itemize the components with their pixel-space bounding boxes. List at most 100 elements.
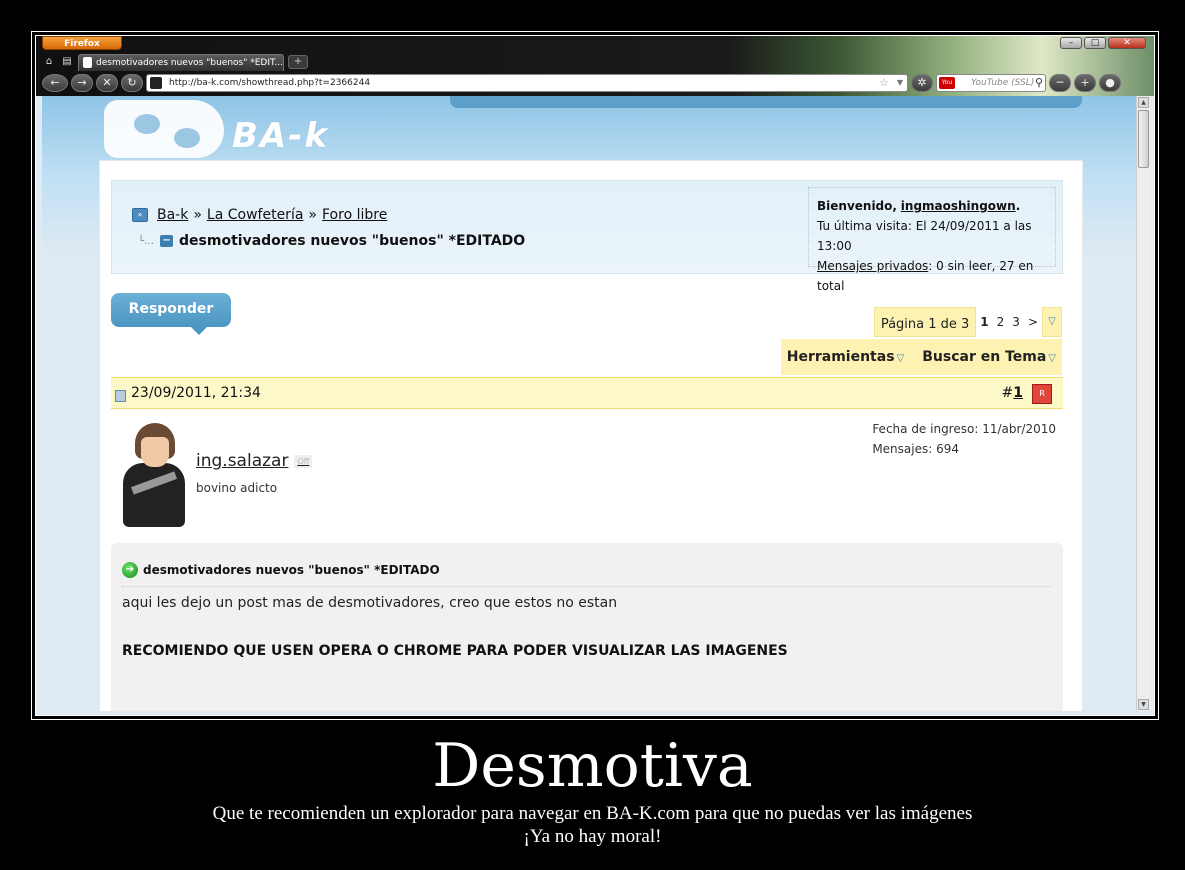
browser-screenshot: Firefox – □ ✕ ⌂ ▤ desmotivadores nuevos … (35, 35, 1155, 716)
site-identity-icon (150, 77, 162, 89)
breadcrumb-link-home[interactable]: Ba-k (157, 207, 188, 223)
post-author-link[interactable]: ing.salazar (196, 451, 288, 471)
post-text-bold: RECOMIENDO QUE USEN OPERA O CHROME PARA … (122, 643, 788, 659)
cow-spot (174, 128, 200, 148)
search-thread-label: Buscar en Tema (922, 349, 1047, 365)
chevron-down-icon: ▽ (1048, 353, 1056, 364)
addon-red-icon[interactable]: ● (1099, 74, 1121, 92)
toolbar-button-2-icon[interactable]: + (1074, 74, 1096, 92)
chevron-down-icon[interactable]: ▼ (897, 75, 903, 91)
page-link-3[interactable]: 3 (1008, 307, 1024, 337)
page-link-1[interactable]: 1 (976, 307, 993, 337)
post-header: 23/09/2011, 21:34 #1 R (111, 377, 1063, 409)
message-count: Mensajes: 694 (872, 442, 959, 456)
tab-title: desmotivadores nuevos "buenos" *EDIT... (96, 57, 283, 68)
back-icon[interactable]: ← (42, 74, 68, 92)
chevron-down-icon[interactable]: ▽ (1042, 307, 1062, 337)
logo-text: BA-k (232, 116, 329, 156)
toolbar-button-1-icon[interactable]: ─ (1049, 74, 1071, 92)
welcome-box: Bienvenido, ingmaoshingown. Tu última vi… (808, 187, 1056, 293)
avatar-face (141, 437, 169, 467)
poster-subtitle-2: ¡Ya no hay moral! (523, 826, 662, 847)
welcome-greeting: Bienvenido, (817, 199, 897, 213)
post-title-text: desmotivadores nuevos "buenos" *EDITADO (143, 562, 440, 577)
join-date: Fecha de ingreso: 11/abr/2010 (872, 422, 1056, 436)
poster-title: Desmotiva (432, 731, 753, 801)
arrow-right-icon: ➔ (122, 561, 138, 578)
post-number-link[interactable]: 1 (1013, 385, 1023, 401)
reload-icon[interactable]: ↻ (121, 74, 143, 92)
minimize-icon[interactable]: – (1060, 37, 1082, 49)
favicon-icon (83, 56, 92, 68)
navigation-toolbar: ← → ✕ ↻ http://ba-k.com/showthread.php?t… (42, 72, 1148, 94)
collapse-icon[interactable]: − (160, 235, 174, 247)
scrollbar-thumb[interactable] (1138, 110, 1149, 168)
search-icon[interactable]: ⚲ (1035, 75, 1043, 91)
site-top-nav (450, 96, 1082, 108)
home-icon[interactable]: ⌂ (42, 56, 56, 68)
vertical-scrollbar[interactable]: ▲ ▼ (1136, 96, 1150, 711)
close-icon[interactable]: ✕ (1108, 37, 1146, 49)
cow-spot (134, 114, 160, 134)
page-label: Página 1 de 3 (873, 307, 977, 337)
scroll-up-icon[interactable]: ▲ (1138, 97, 1149, 108)
breadcrumb-separator: » (193, 207, 202, 223)
url-bar[interactable]: http://ba-k.com/showthread.php?t=2366244… (146, 74, 908, 92)
poster-frame: Firefox – □ ✕ ⌂ ▤ desmotivadores nuevos … (31, 31, 1159, 720)
welcome-username-link[interactable]: ingmaoshingown (901, 199, 1016, 213)
url-text: http://ba-k.com/showthread.php?t=2366244 (169, 78, 371, 88)
window-controls: – □ ✕ (1060, 37, 1146, 49)
breadcrumb-separator: » (308, 207, 317, 223)
tab-list-icon[interactable]: ▤ (60, 56, 74, 68)
tree-connector-icon: └… (138, 235, 155, 247)
addon-icon[interactable]: ✲ (911, 74, 933, 92)
post-status-icon (115, 390, 126, 402)
avatar[interactable] (121, 423, 187, 527)
thread-title: desmotivadores nuevos "buenos" *EDITADO (179, 233, 526, 249)
poster-subtitle: Que te recomienden un explorador para na… (212, 803, 973, 824)
post-text: aqui les dejo un post mas de desmotivado… (122, 595, 618, 611)
reply-button[interactable]: Responder (111, 293, 231, 335)
firefox-menu-button[interactable]: Firefox (42, 36, 122, 50)
browser-chrome: Firefox – □ ✕ ⌂ ▤ desmotivadores nuevos … (36, 36, 1154, 96)
new-tab-icon[interactable]: + (288, 55, 308, 69)
thread-tools-menu[interactable]: Herramientas ▽ (787, 349, 905, 365)
page-link-2[interactable]: 2 (992, 307, 1009, 337)
forum-content: » Ba-k » La Cowfetería » Foro libre └… −… (99, 160, 1083, 711)
tab-active[interactable]: desmotivadores nuevos "buenos" *EDIT... (78, 53, 284, 71)
user-info: Fecha de ingreso: 11/abr/2010 Mensajes: … (872, 419, 1056, 459)
stop-icon[interactable]: ✕ (96, 74, 118, 92)
youtube-engine-icon[interactable]: You (939, 77, 955, 89)
thread-tools-label: Herramientas (786, 349, 895, 365)
chevron-down-icon: ▽ (896, 353, 905, 364)
page-viewport: BA-k » Ba-k » La Cowfetería » Foro libre… (42, 96, 1136, 711)
last-visit: Tu última visita: El 24/09/2011 a las 13… (817, 219, 1032, 253)
report-icon[interactable]: R (1032, 384, 1052, 404)
forward-icon[interactable]: → (71, 74, 93, 92)
breadcrumb-link-cowfeteria[interactable]: La Cowfetería (207, 207, 304, 223)
site-logo[interactable]: BA-k (104, 100, 374, 160)
breadcrumb-current: └… − desmotivadores nuevos "buenos" *EDI… (138, 233, 525, 249)
post-author: ing.salazar Off (196, 451, 313, 471)
thread-tools-bar: Herramientas ▽ Buscar en Tema ▽ (780, 339, 1062, 375)
breadcrumb: » Ba-k » La Cowfetería » Foro libre (132, 207, 387, 223)
page-next[interactable]: > (1023, 307, 1042, 337)
breadcrumb-link-foro-libre[interactable]: Foro libre (322, 207, 387, 223)
pagination: Página 1 de 3 1 2 3 > ▽ (873, 307, 1062, 337)
post-body: ➔ desmotivadores nuevos "buenos" *EDITAD… (111, 543, 1063, 711)
search-thread-menu[interactable]: Buscar en Tema ▽ (922, 349, 1056, 365)
scroll-down-icon[interactable]: ▼ (1138, 699, 1149, 710)
post-number: #1 (1002, 385, 1023, 401)
post-date: 23/09/2011, 21:34 (131, 385, 261, 401)
offline-status-badge: Off (294, 454, 313, 468)
private-messages-link[interactable]: Mensajes privados (817, 259, 928, 273)
tab-bar: ⌂ ▤ desmotivadores nuevos "buenos" *EDIT… (42, 53, 308, 71)
search-placeholder: YouTube (SSL) (971, 78, 1035, 88)
navbit-icon[interactable]: » (132, 208, 148, 222)
star-icon[interactable]: ☆ (879, 75, 889, 91)
cow-logo-icon (104, 100, 224, 158)
search-box[interactable]: You YouTube (SSL) ⚲ (936, 74, 1046, 92)
user-title: bovino adicto (196, 481, 278, 495)
maximize-icon[interactable]: □ (1084, 37, 1106, 49)
avatar-body (123, 463, 185, 527)
